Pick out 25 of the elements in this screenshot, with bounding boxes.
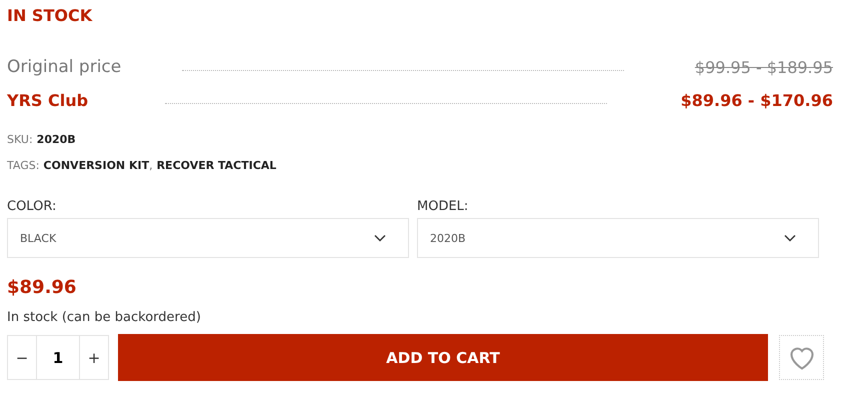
tag-link[interactable]: RECOVER TACTICAL xyxy=(156,159,276,172)
chevron-down-icon xyxy=(374,234,386,242)
heart-icon xyxy=(788,344,816,370)
tag-link[interactable]: CONVERSION KIT xyxy=(43,159,150,172)
option-label: MODEL: xyxy=(417,198,470,216)
sku-label: SKU: xyxy=(7,133,33,146)
decrease-button[interactable]: − xyxy=(7,335,37,380)
price-range: $89.96 - $170.96 xyxy=(680,91,833,110)
stock-status: IN STOCK xyxy=(7,5,94,27)
tag-separator: , xyxy=(149,159,153,172)
option-select[interactable]: 2020B xyxy=(417,218,819,258)
tags-label: TAGS: xyxy=(7,159,40,172)
wishlist-button[interactable] xyxy=(779,335,824,380)
price-label: YRS Club xyxy=(7,91,90,110)
product-price: $89.96 xyxy=(7,276,78,300)
option-select[interactable]: BLACK xyxy=(7,218,409,258)
price-range: $99.95 - $189.95 xyxy=(694,58,833,77)
price-label: Original price xyxy=(7,57,122,77)
chevron-down-icon xyxy=(784,234,796,242)
availability-text: In stock (can be backordered) xyxy=(7,309,202,327)
option-label: COLOR: xyxy=(7,198,58,216)
add-to-cart-button[interactable]: ADD TO CART xyxy=(118,334,768,381)
increase-button[interactable]: + xyxy=(79,335,109,380)
quantity-field[interactable]: 1 xyxy=(37,335,79,380)
sku-value: 2020B xyxy=(36,133,76,146)
